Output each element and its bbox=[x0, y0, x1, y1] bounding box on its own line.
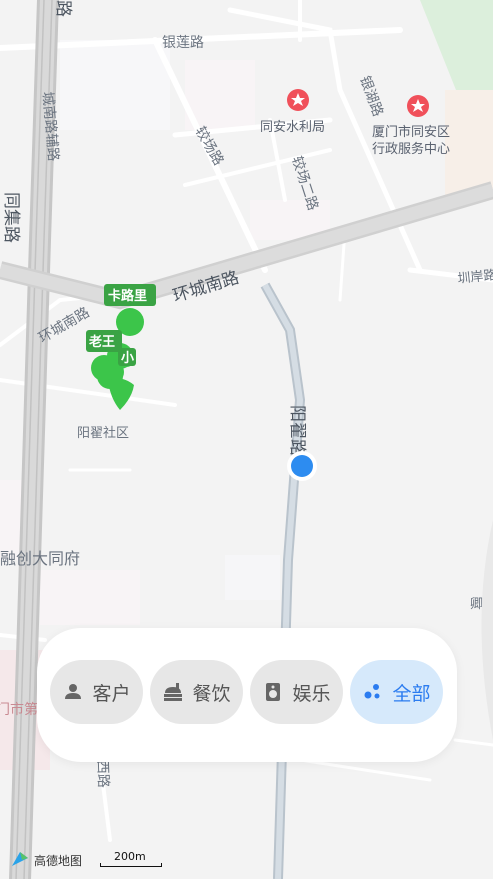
current-location-dot bbox=[287, 451, 317, 481]
dots-icon bbox=[362, 681, 384, 703]
amap-logo-icon bbox=[10, 850, 30, 871]
area-label-city-cut: 门市第 bbox=[0, 701, 38, 718]
road-label-xi: 西路 bbox=[94, 760, 111, 789]
area-label-yangdi: 阳翟社区 bbox=[77, 425, 129, 441]
filter-chip-dining[interactable]: 餐饮 bbox=[150, 660, 243, 724]
marker-label-laowang: 老王 bbox=[88, 334, 115, 350]
map-block bbox=[60, 40, 170, 130]
filter-chip-customer[interactable]: 客户 bbox=[50, 660, 143, 724]
filter-chip-label: 客户 bbox=[92, 682, 131, 705]
map-attribution: 高德地图 200m bbox=[10, 848, 210, 872]
road-label-yinlian: 银莲路 bbox=[162, 35, 204, 51]
map-block bbox=[40, 570, 140, 625]
speaker-icon bbox=[262, 681, 284, 703]
area-label-rongchuang: 融创大同府 bbox=[0, 549, 80, 568]
filter-chip-all[interactable]: 全部 bbox=[350, 660, 443, 724]
filter-chip-label: 全部 bbox=[392, 682, 431, 705]
marker-label-kaluli: 卡路里 bbox=[108, 288, 147, 304]
filter-chip-label: 娱乐 bbox=[292, 682, 331, 705]
marker-label-small: 小 bbox=[121, 351, 134, 366]
filter-chip-label: 餐饮 bbox=[192, 682, 231, 705]
person-icon bbox=[62, 681, 84, 703]
road-label-tongji: 同集路 bbox=[1, 192, 21, 243]
filter-chip-entertainment[interactable]: 娱乐 bbox=[250, 660, 343, 724]
road-label-yangdi: 阳翟路 bbox=[287, 405, 307, 456]
poi-label: 同安水利局 bbox=[260, 120, 325, 135]
amap-logo-text: 高德地图 bbox=[34, 853, 83, 868]
map-block bbox=[225, 555, 280, 600]
category-filter-bar: 客户 餐饮 娱乐 全部 bbox=[37, 628, 457, 762]
dining-icon bbox=[162, 681, 184, 703]
poi-label-line2: 行政服务中心 bbox=[372, 141, 450, 157]
scale-bar: 200m bbox=[100, 850, 163, 869]
road-label-top: 路 bbox=[53, 0, 73, 17]
scale-label: 200m bbox=[114, 850, 146, 863]
poi-label-line1: 厦门市同安区 bbox=[372, 124, 450, 140]
